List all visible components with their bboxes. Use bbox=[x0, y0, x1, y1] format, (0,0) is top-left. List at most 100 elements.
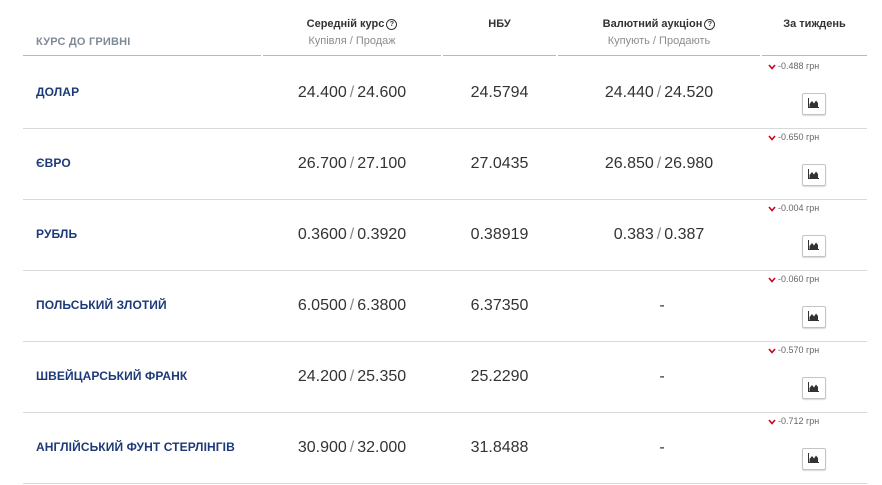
weekly-change: -0.712 грн bbox=[762, 412, 867, 483]
average-rate: 24.400/24.600 bbox=[263, 57, 441, 128]
currency-name[interactable]: ДОЛАР bbox=[36, 57, 79, 128]
auction-sell: 26.980 bbox=[664, 155, 714, 172]
chevron-down-icon bbox=[768, 277, 776, 283]
change-text: -0.712 грн bbox=[778, 416, 820, 426]
chart-button[interactable] bbox=[802, 235, 826, 257]
exchange-rates-table: КУРС ДО ГРИВНІ Середній курс? Купівля / … bbox=[23, 0, 867, 484]
header-average-title: Середній курс bbox=[306, 18, 385, 30]
header-nbu-title: НБУ bbox=[488, 18, 511, 30]
currency-name[interactable]: ШВЕЙЦАРСЬКИЙ ФРАНК bbox=[36, 341, 187, 412]
auction-rate: - bbox=[558, 341, 760, 412]
header-week: За тиждень bbox=[762, 0, 867, 56]
separator: / bbox=[656, 226, 662, 243]
table-row: ПОЛЬСЬКИЙ ЗЛОТИЙ 6.0500/6.3800 6.37350 - -0.… bbox=[23, 270, 867, 342]
chevron-down-icon bbox=[768, 206, 776, 212]
auction-empty: - bbox=[659, 368, 665, 385]
currency-name[interactable]: ЄВРО bbox=[36, 128, 71, 199]
area-chart-icon bbox=[808, 240, 819, 250]
average-sell: 32.000 bbox=[357, 439, 407, 456]
table-header: КУРС ДО ГРИВНІ Середній курс? Купівля / … bbox=[23, 0, 867, 57]
auction-sell: 24.520 bbox=[664, 84, 714, 101]
auction-empty: - bbox=[659, 297, 665, 314]
header-nbu: НБУ bbox=[443, 0, 556, 56]
header-auction: Валютний аукціон? Купують / Продають bbox=[558, 0, 760, 56]
separator: / bbox=[349, 84, 355, 101]
chart-button[interactable] bbox=[802, 377, 826, 399]
weekly-change: -0.570 грн bbox=[762, 341, 867, 412]
chart-button[interactable] bbox=[802, 164, 826, 186]
separator: / bbox=[349, 155, 355, 172]
auction-sell: 0.387 bbox=[664, 226, 705, 243]
weekly-change: -0.004 грн bbox=[762, 199, 867, 270]
header-average-sub: Купівля / Продаж bbox=[308, 35, 396, 47]
chevron-down-icon bbox=[768, 348, 776, 354]
table-row: АНГЛІЙСЬКИЙ ФУНТ СТЕРЛІНГІВ 30.900/32.000… bbox=[23, 412, 867, 484]
separator: / bbox=[656, 155, 662, 172]
chart-button[interactable] bbox=[802, 306, 826, 328]
chart-button[interactable] bbox=[802, 93, 826, 115]
change-value: -0.650 грн bbox=[768, 132, 819, 142]
average-rate: 30.900/32.000 bbox=[263, 412, 441, 483]
average-sell: 0.3920 bbox=[357, 226, 407, 243]
chevron-down-icon bbox=[768, 419, 776, 425]
table-row: ДОЛАР 24.400/24.600 24.5794 24.440/24.520 -0… bbox=[23, 57, 867, 129]
change-text: -0.004 грн bbox=[778, 203, 820, 213]
change-value: -0.060 грн bbox=[768, 274, 819, 284]
weekly-change: -0.488 грн bbox=[762, 57, 867, 128]
area-chart-icon bbox=[808, 453, 819, 463]
auction-rate: 26.850/26.980 bbox=[558, 128, 760, 199]
auction-buy: 24.440 bbox=[604, 84, 654, 101]
chart-button[interactable] bbox=[802, 448, 826, 470]
nbu-rate: 27.0435 bbox=[470, 155, 529, 172]
change-text: -0.650 грн bbox=[778, 132, 820, 142]
weekly-change: -0.060 грн bbox=[762, 270, 867, 341]
table-row: РУБЛЬ 0.3600/0.3920 0.38919 0.383/0.387 -0.0… bbox=[23, 199, 867, 271]
change-text: -0.570 грн bbox=[778, 345, 820, 355]
currency-name[interactable]: РУБЛЬ bbox=[36, 199, 77, 270]
change-value: -0.712 грн bbox=[768, 416, 819, 426]
average-buy: 24.200 bbox=[297, 368, 347, 385]
change-text: -0.488 грн bbox=[778, 61, 820, 71]
area-chart-icon bbox=[808, 98, 819, 108]
area-chart-icon bbox=[808, 382, 819, 392]
separator: / bbox=[349, 226, 355, 243]
header-auction-sub: Купують / Продають bbox=[607, 35, 711, 47]
header-currency: КУРС ДО ГРИВНІ bbox=[23, 0, 261, 56]
question-circle-icon[interactable]: ? bbox=[704, 19, 716, 30]
currency-name[interactable]: ПОЛЬСЬКИЙ ЗЛОТИЙ bbox=[36, 270, 167, 341]
chevron-down-icon bbox=[768, 135, 776, 141]
auction-buy: 0.383 bbox=[613, 226, 654, 243]
auction-rate: 0.383/0.387 bbox=[558, 199, 760, 270]
auction-rate: - bbox=[558, 270, 760, 341]
nbu-rate: 0.38919 bbox=[470, 226, 529, 243]
average-rate: 26.700/27.100 bbox=[263, 128, 441, 199]
average-buy: 0.3600 bbox=[297, 226, 347, 243]
average-buy: 26.700 bbox=[297, 155, 347, 172]
header-auction-title: Валютний аукціон bbox=[602, 18, 703, 30]
currency-name[interactable]: АНГЛІЙСЬКИЙ ФУНТ СТЕРЛІНГІВ bbox=[36, 412, 235, 483]
auction-rate: 24.440/24.520 bbox=[558, 57, 760, 128]
area-chart-icon bbox=[808, 169, 819, 179]
average-sell: 6.3800 bbox=[357, 297, 407, 314]
area-chart-icon bbox=[808, 311, 819, 321]
separator: / bbox=[656, 84, 662, 101]
average-rate: 6.0500/6.3800 bbox=[263, 270, 441, 341]
average-sell: 24.600 bbox=[357, 84, 407, 101]
nbu-rate: 31.8488 bbox=[470, 439, 529, 456]
average-rate: 0.3600/0.3920 bbox=[263, 199, 441, 270]
auction-buy: 26.850 bbox=[604, 155, 654, 172]
average-buy: 30.900 bbox=[297, 439, 347, 456]
separator: / bbox=[349, 297, 355, 314]
average-rate: 24.200/25.350 bbox=[263, 341, 441, 412]
weekly-change: -0.650 грн bbox=[762, 128, 867, 199]
separator: / bbox=[349, 368, 355, 385]
average-buy: 24.400 bbox=[297, 84, 347, 101]
nbu-rate: 25.2290 bbox=[470, 368, 529, 385]
question-circle-icon[interactable]: ? bbox=[386, 19, 398, 30]
header-average-rate: Середній курс? Купівля / Продаж bbox=[263, 0, 441, 56]
header-week-title: За тиждень bbox=[783, 18, 846, 30]
change-value: -0.570 грн bbox=[768, 345, 819, 355]
separator: / bbox=[349, 439, 355, 456]
header-currency-label: КУРС ДО ГРИВНІ bbox=[36, 36, 131, 48]
average-sell: 25.350 bbox=[357, 368, 407, 385]
